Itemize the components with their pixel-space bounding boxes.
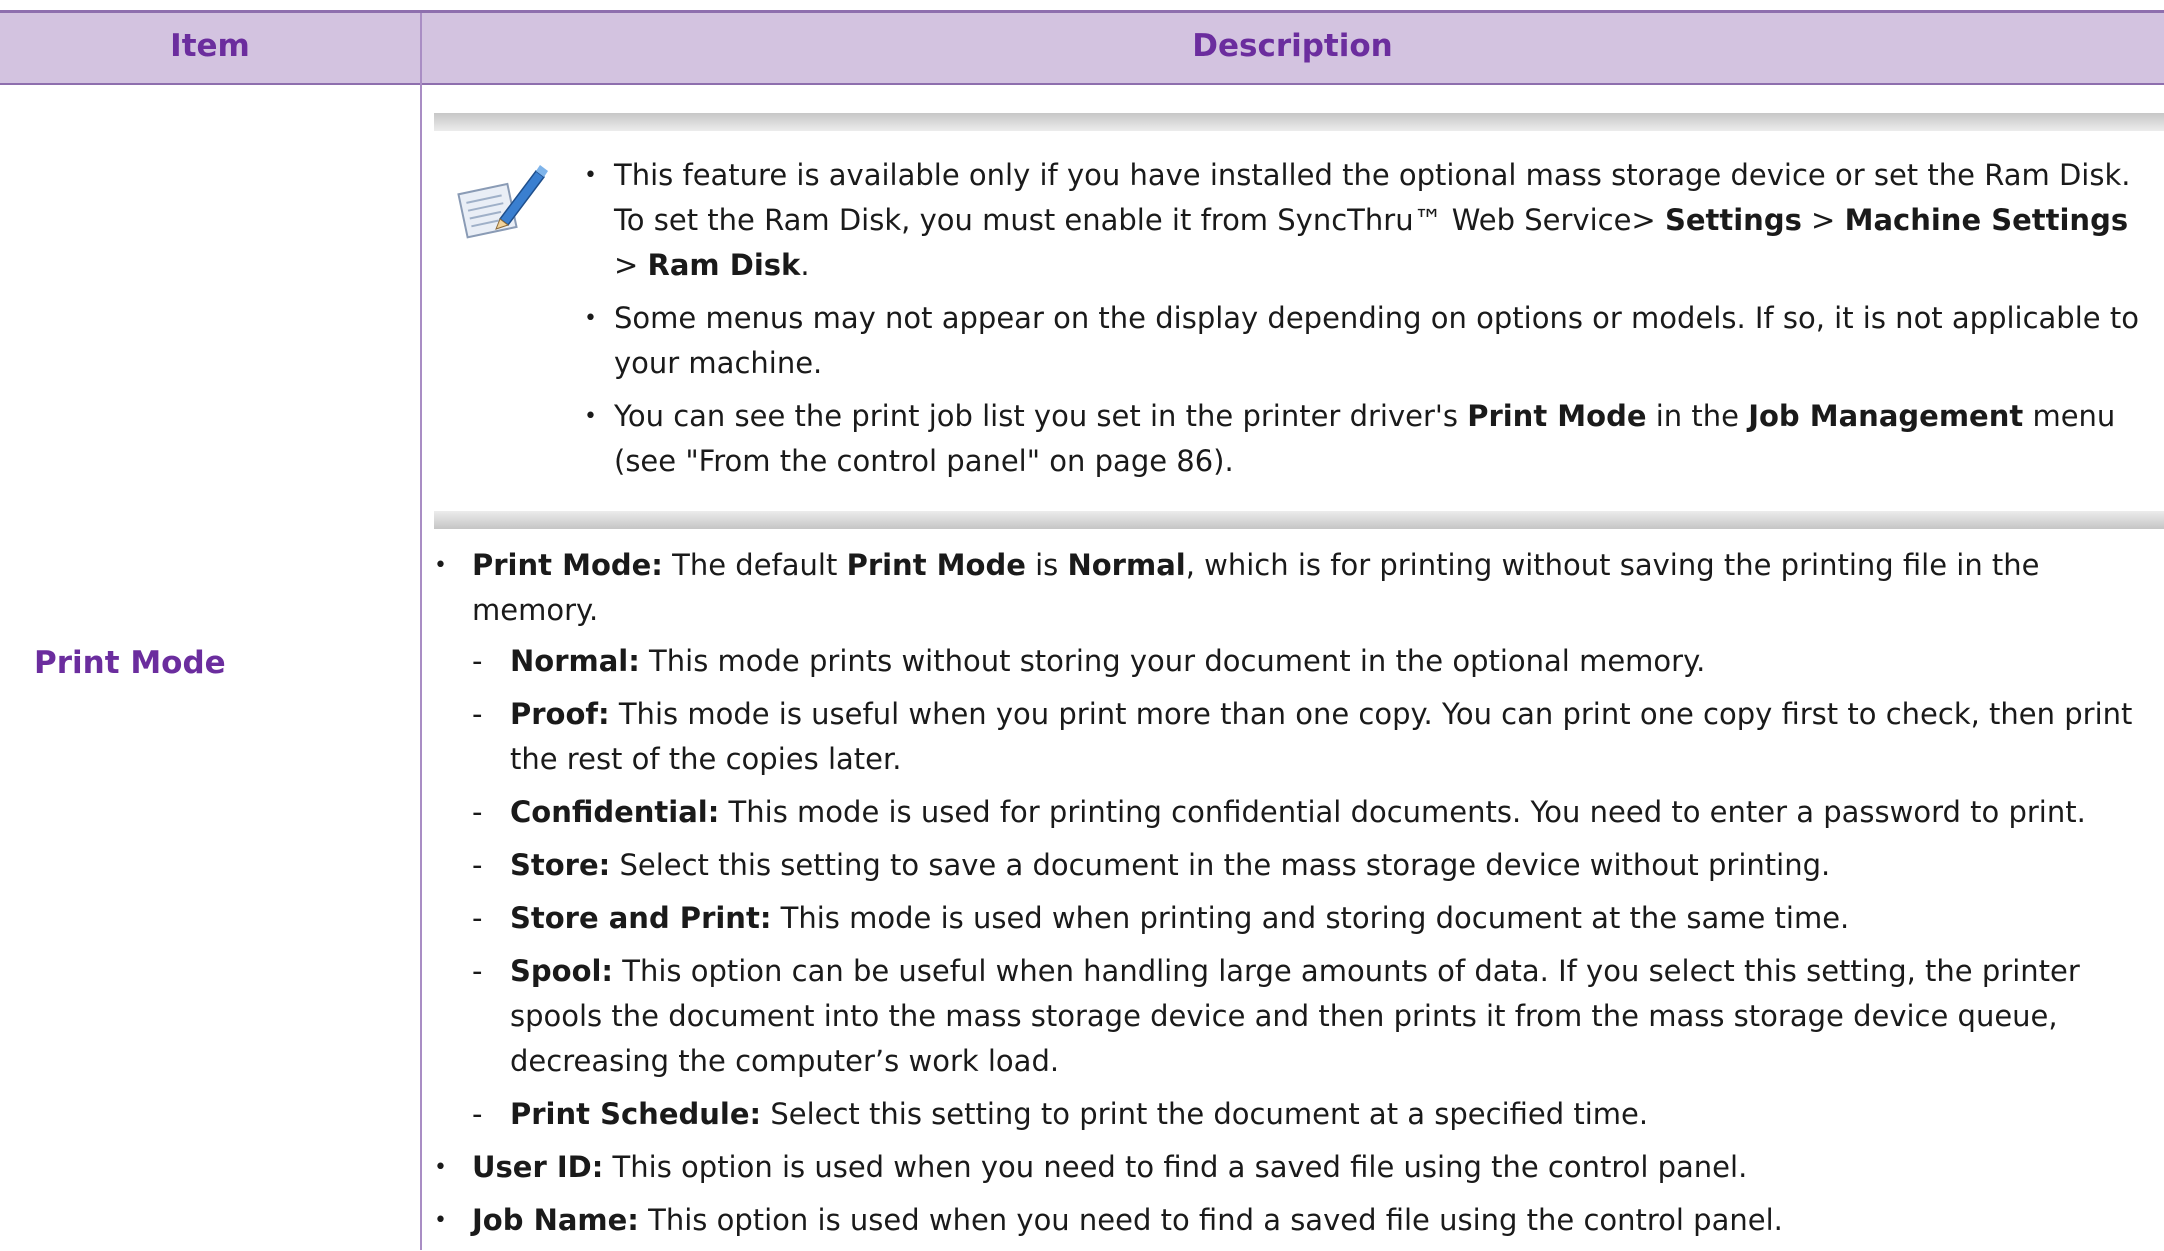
note-text: You can see the print job list you set i… [614,399,1468,433]
table-header: Item Description [0,13,2164,85]
column-divider [420,13,422,1250]
note-item: • This feature is available only if you … [584,153,2154,288]
note-top-bar [434,113,2164,131]
dash-icon: - [472,954,483,988]
desc-text: This mode is used for printing confident… [719,795,2086,829]
note-box: • This feature is available only if you … [434,113,2164,529]
bullet-icon: • [434,1208,447,1233]
desc-text: Select this setting to save a document i… [610,848,1831,882]
desc-text: This option can be useful when handling … [510,954,2080,1078]
header-description: Description [1192,28,1393,64]
bullet-icon: • [584,404,597,429]
term: Normal [1067,548,1186,582]
term: Confidential: [510,795,720,829]
desc-text: This mode is used when printing and stor… [771,901,1850,935]
term: Proof: [510,697,610,731]
sublist-item: - Normal: This mode prints without storin… [472,639,2154,684]
note-bold: Print Mode [1467,399,1647,433]
list-item-job-name: • Job Name: This option is used when you… [434,1198,2154,1243]
dash-icon: - [472,795,483,829]
note-bold: Settings [1664,203,1802,237]
list-item-user-id: • User ID: This option is used when you … [434,1145,2154,1190]
dash-icon: - [472,901,483,935]
sublist-item: - Print Schedule: Select this setting to … [472,1092,2154,1137]
desc-text: This option is used when you need to fin… [638,1203,1783,1237]
list-item-print-mode: • Print Mode: The default Print Mode is … [434,543,2154,1137]
note-list: • This feature is available only if you … [584,153,2154,492]
desc-text: is [1025,548,1068,582]
term: Store and Print: [510,901,772,935]
term: Spool: [510,954,614,988]
note-text: in the [1646,399,1749,433]
bullet-icon: • [584,306,597,331]
note-bold: Machine Settings [1844,203,2129,237]
dash-icon: - [472,644,483,678]
note-bold: Job Management [1748,399,2024,433]
bullet-icon: • [434,1155,447,1180]
sublist-item: - Spool: This option can be useful when h… [472,949,2154,1084]
term: Store: [510,848,611,882]
note-bold: Ram Disk [647,248,801,282]
bullet-icon: • [434,553,447,578]
desc-text: This mode prints without storing your do… [639,644,1706,678]
term: Print Mode [846,548,1026,582]
note-item: • You can see the print job list you set… [584,394,2154,484]
term: Print Schedule: [510,1097,762,1131]
desc-text: The default [662,548,847,582]
term: Print Mode: [472,548,663,582]
note-text: . [800,248,810,282]
term: User ID: [472,1150,604,1184]
term: Normal: [510,644,640,678]
settings-table: Item Description Print Mode • This featu… [0,10,2164,1250]
separator: > [1801,203,1845,237]
note-item: • Some menus may not appear on the displ… [584,296,2154,386]
sublist-item: - Confidential: This mode is used for pri… [472,790,2154,835]
separator: > [614,248,648,282]
note-text: Some menus may not appear on the display… [614,301,2139,380]
sublist-item: - Store: Select this setting to save a do… [472,843,2154,888]
term: Job Name: [472,1203,639,1237]
header-item: Item [170,28,250,64]
desc-text: This option is used when you need to fin… [603,1150,1748,1184]
sublist-item: - Proof: This mode is useful when you pri… [472,692,2154,782]
item-label-print-mode: Print Mode [34,645,226,681]
desc-text: Select this setting to print the documen… [761,1097,1649,1131]
dash-icon: - [472,697,483,731]
mode-sublist: - Normal: This mode prints without storin… [472,639,2154,1137]
dash-icon: - [472,848,483,882]
dash-icon: - [472,1097,483,1131]
separator: > [1631,203,1665,237]
bullet-icon: • [584,163,597,188]
note-bottom-bar [434,511,2164,529]
desc-text: This mode is useful when you print more … [510,697,2133,776]
note-pencil-icon [457,165,548,239]
description-list: • Print Mode: The default Print Mode is … [434,543,2154,1251]
sublist-item: - Store and Print: This mode is used when… [472,896,2154,941]
